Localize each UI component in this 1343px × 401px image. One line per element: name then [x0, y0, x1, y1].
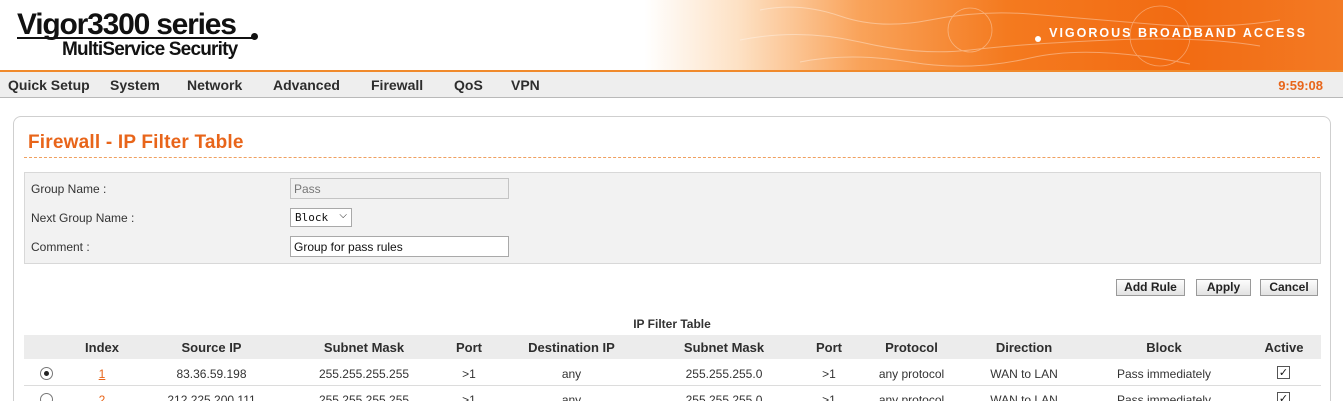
cell-block: Pass immediately	[1116, 393, 1212, 401]
menu-firewall[interactable]: Firewall	[371, 77, 423, 93]
cell-dest-ip: any	[561, 393, 582, 401]
cell-source-ip: 83.36.59.198	[176, 367, 247, 381]
next-group-selected-value: Block	[295, 211, 329, 224]
col-dest-port: Port	[816, 340, 842, 355]
main-menu-bar: Quick Setup System Network Advanced Fire…	[0, 72, 1343, 98]
tagline: VIGOROUS BROADBAND ACCESS	[1049, 26, 1307, 40]
col-dest-ip: Destination IP	[528, 340, 615, 355]
group-name-label: Group Name :	[31, 182, 107, 196]
group-name-field: Pass	[290, 178, 509, 199]
col-dest-mask: Subnet Mask	[683, 340, 765, 355]
comment-label: Comment :	[31, 240, 90, 254]
cancel-button[interactable]: Cancel	[1260, 279, 1318, 296]
rule-index-link[interactable]: 1	[84, 367, 120, 381]
menu-qos[interactable]: QoS	[454, 77, 483, 93]
menu-vpn[interactable]: VPN	[511, 77, 540, 93]
active-checkbox[interactable]: ✓	[1277, 366, 1290, 379]
rule-index-link[interactable]: 2	[84, 393, 120, 401]
cell-protocol: any protocol	[878, 367, 945, 381]
cell-dest-mask: 255.255.255.0	[685, 393, 763, 401]
logo-sub-text: MultiService Security	[62, 39, 238, 60]
title-divider	[24, 157, 1320, 158]
cell-source-ip: 212.225.200.111	[167, 393, 256, 401]
cell-source-port: >1	[462, 367, 476, 381]
col-block: Block	[1146, 340, 1182, 355]
row-select-radio[interactable]	[40, 393, 53, 401]
apply-button[interactable]: Apply	[1196, 279, 1251, 296]
cell-block: Pass immediately	[1116, 367, 1212, 381]
row-select-radio[interactable]	[40, 367, 53, 380]
content-panel: Firewall - IP Filter Table Group Name : …	[13, 116, 1331, 401]
header-banner: Vigor3300 series MultiService Security V…	[0, 0, 1343, 71]
page-title: Firewall - IP Filter Table	[28, 132, 244, 153]
system-clock: 9:59:08	[1278, 78, 1323, 93]
col-source-ip: Source IP	[181, 340, 242, 355]
menu-advanced[interactable]: Advanced	[273, 77, 340, 93]
active-checkbox[interactable]: ✓	[1277, 392, 1290, 401]
logo-dot	[251, 33, 258, 40]
col-direction: Direction	[995, 340, 1053, 355]
table-row: 2 212.225.200.111 255.255.255.255 >1 any…	[24, 387, 1321, 401]
col-protocol: Protocol	[885, 340, 938, 355]
tagline-block: VIGOROUS BROADBAND ACCESS	[1035, 25, 1307, 42]
table-row: 1 83.36.59.198 255.255.255.255 >1 any 25…	[24, 361, 1321, 386]
col-source-port: Port	[456, 340, 482, 355]
table-caption: IP Filter Table	[633, 317, 711, 331]
cell-dest-ip: any	[561, 367, 582, 381]
cell-direction: WAN to LAN	[990, 367, 1058, 381]
group-form: Group Name : Pass Next Group Name : Bloc…	[24, 172, 1321, 264]
next-group-name-label: Next Group Name :	[31, 211, 135, 225]
cell-dest-port: >1	[822, 393, 836, 401]
col-index: Index	[85, 340, 119, 355]
col-active: Active	[1264, 340, 1304, 355]
menu-network[interactable]: Network	[187, 77, 242, 93]
cell-source-mask: 255.255.255.255	[318, 393, 410, 401]
cell-source-port: >1	[462, 393, 476, 401]
col-source-mask: Subnet Mask	[323, 340, 405, 355]
table-header-row: Index Source IP Subnet Mask Port Destina…	[24, 335, 1321, 359]
next-group-select[interactable]: Block ⌵	[290, 208, 352, 227]
cell-dest-mask: 255.255.255.0	[685, 367, 763, 381]
cell-direction: WAN to LAN	[990, 393, 1058, 401]
add-rule-button[interactable]: Add Rule	[1116, 279, 1185, 296]
cell-source-mask: 255.255.255.255	[318, 367, 410, 381]
cell-protocol: any protocol	[878, 393, 945, 401]
cell-dest-port: >1	[822, 367, 836, 381]
menu-quick-setup[interactable]: Quick Setup	[8, 77, 90, 93]
menu-system[interactable]: System	[110, 77, 160, 93]
vigor-logo: Vigor3300 series MultiService Security	[17, 8, 277, 66]
chevron-down-icon: ⌵	[339, 210, 347, 221]
comment-field[interactable]: Group for pass rules	[290, 236, 509, 257]
